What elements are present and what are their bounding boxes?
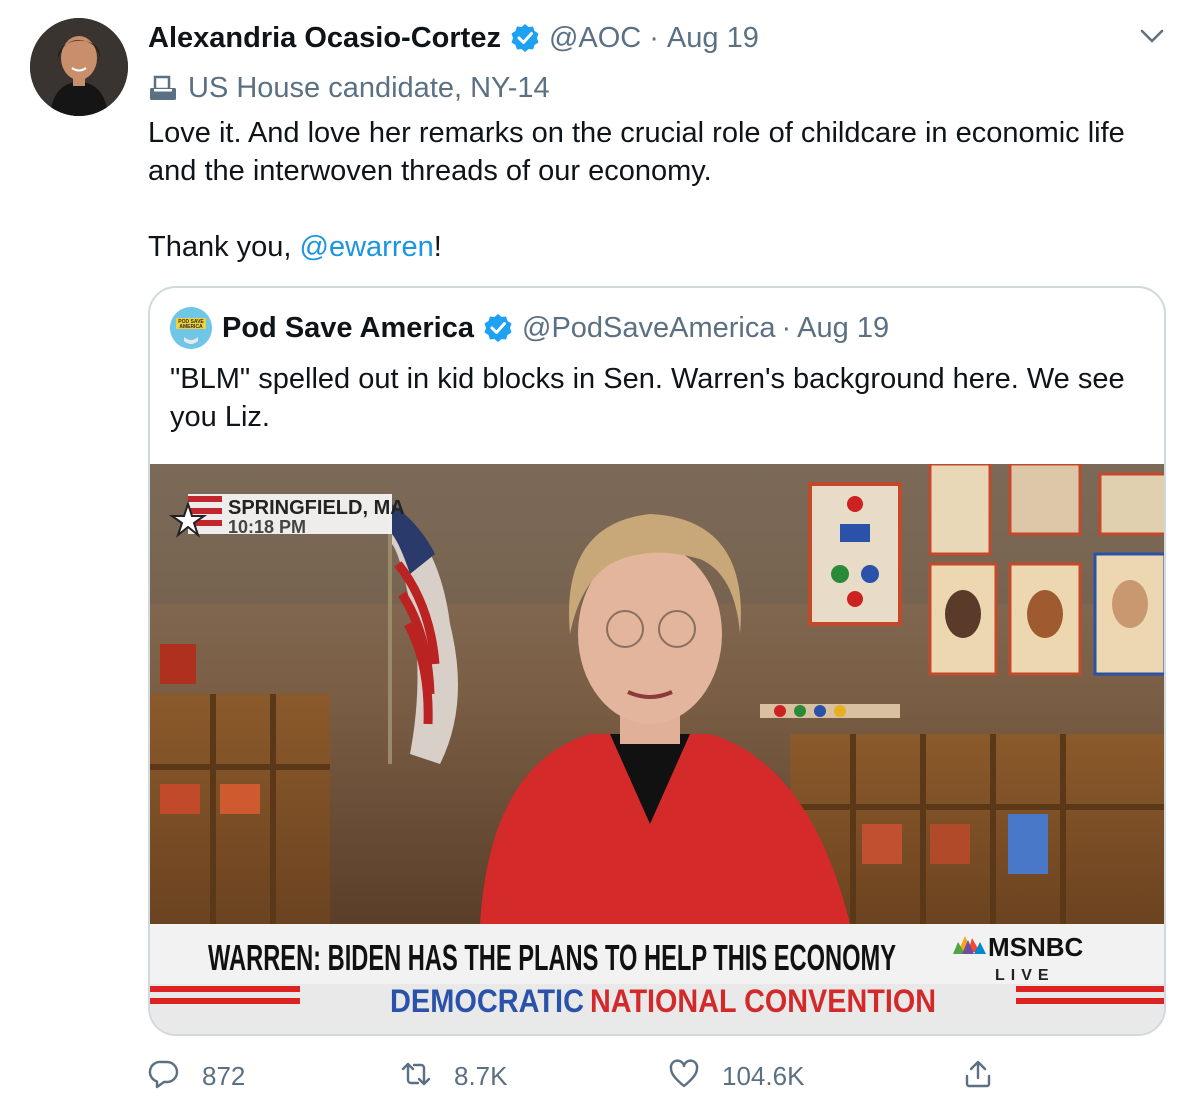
like-button[interactable]: 104.6K [668,1056,804,1096]
banner-convention: NATIONAL CONVENTION [590,983,936,1019]
dateline-bug: SPRINGFIELD, MA 10:18 PM [168,494,405,538]
retweet-button[interactable]: 8.7K [400,1056,508,1096]
quoted-verified-badge-icon [482,312,514,344]
thanks-prefix: Thank you, [148,231,300,263]
quoted-author-name[interactable]: Pod Save America [222,312,474,345]
quoted-tweet-header: POD SAVE AMERICA Pod Save America @PodSa… [170,307,889,349]
tweet-text-line: Love it. And love her remarks on the cru… [148,117,1125,187]
share-button[interactable] [962,1056,994,1096]
retweet-count: 8.7K [454,1060,508,1091]
quoted-tweet-text: "BLM" spelled out in kid blocks in Sen. … [170,363,1125,433]
label-text: US House candidate, NY-14 [188,71,550,104]
quoted-tweet[interactable]: POD SAVE AMERICA Pod Save America @PodSa… [148,286,1166,1036]
tweet-actions: 872 8.7K 104.6K [148,1056,1048,1096]
tweet: Alexandria Ocasio-Cortez @AOC · Aug 19 U… [0,0,1196,1114]
quoted-author-avatar: POD SAVE AMERICA [170,307,212,349]
tweet-thanks-line: Thank you, @ewarren! [148,228,1168,266]
quoted-separator-dot: · [781,311,792,344]
share-icon [962,1058,994,1095]
author-name[interactable]: Alexandria Ocasio-Cortez [148,22,501,55]
quoted-author-handle[interactable]: @PodSaveAmerica [522,312,776,345]
tweet-text: Love it. And love her remarks on the cru… [148,114,1168,266]
banner-democratic: DEMOCRATIC [390,983,584,1019]
dateline-location: SPRINGFIELD, MA [228,497,405,519]
separator-dot: · [649,21,659,54]
government-label[interactable]: US House candidate, NY-14 [148,68,550,108]
quoted-tweet-date[interactable]: Aug 19 [797,312,889,345]
ballot-box-icon [148,74,178,102]
verified-badge-icon [509,22,541,54]
heart-icon [668,1058,700,1095]
msnbc-network-text: MSNBC [988,932,1084,962]
lower-third-headline: WARREN: BIDEN HAS THE PLANS TO HELP THIS… [208,937,896,978]
tweet-date[interactable]: Aug 19 [667,22,759,55]
author-avatar[interactable] [30,18,128,116]
reply-icon [148,1058,180,1095]
msnbc-live-text: LIVE [995,967,1055,984]
reply-button[interactable]: 872 [148,1056,245,1096]
tweet-header: Alexandria Ocasio-Cortez @AOC · Aug 19 [148,18,759,58]
more-options-chevron-icon[interactable] [1138,26,1166,46]
author-handle[interactable]: @AOC [549,22,641,55]
like-count: 104.6K [722,1060,805,1091]
quoted-media-video[interactable]: SPRINGFIELD, MA 10:18 PM WARREN: BIDEN H… [150,464,1164,1034]
reply-count: 872 [202,1060,246,1091]
quoted-avatar-text-america: AMERICA [179,324,203,330]
mention-link[interactable]: @ewarren [300,231,434,263]
lower-third: WARREN: BIDEN HAS THE PLANS TO HELP THIS… [150,924,1164,1034]
thanks-suffix: ! [433,231,442,263]
retweet-icon [400,1058,432,1095]
dateline-time: 10:18 PM [228,517,306,537]
